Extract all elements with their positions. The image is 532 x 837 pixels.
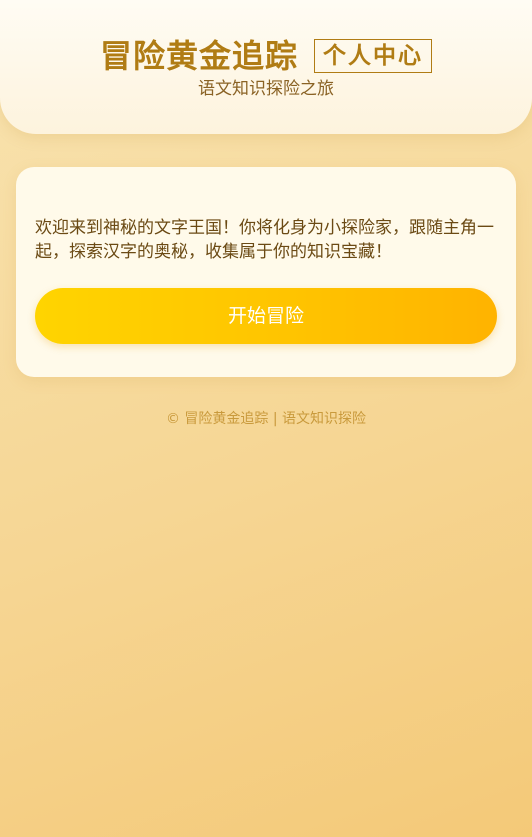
app-subtitle: 语文知识探险之旅 [198, 79, 334, 99]
title-row: 冒险黄金追踪 个人中心 [0, 38, 532, 74]
start-adventure-button[interactable]: 开始冒险 [35, 288, 497, 344]
profile-center-button[interactable]: 个人中心 [314, 39, 432, 73]
intro-card: 欢迎来到神秘的文字王国！你将化身为小探险家，跟随主角一起，探索汉字的奥秘，收集属… [16, 167, 516, 377]
intro-text: 欢迎来到神秘的文字王国！你将化身为小探险家，跟随主角一起，探索汉字的奥秘，收集属… [35, 218, 494, 262]
app-title: 冒险黄金追踪 [99, 37, 298, 75]
header: 冒险黄金追踪 个人中心 语文知识探险之旅 [0, 0, 532, 134]
footer-copyright: © 冒险黄金追踪 | 语文知识探险 [165, 411, 367, 427]
